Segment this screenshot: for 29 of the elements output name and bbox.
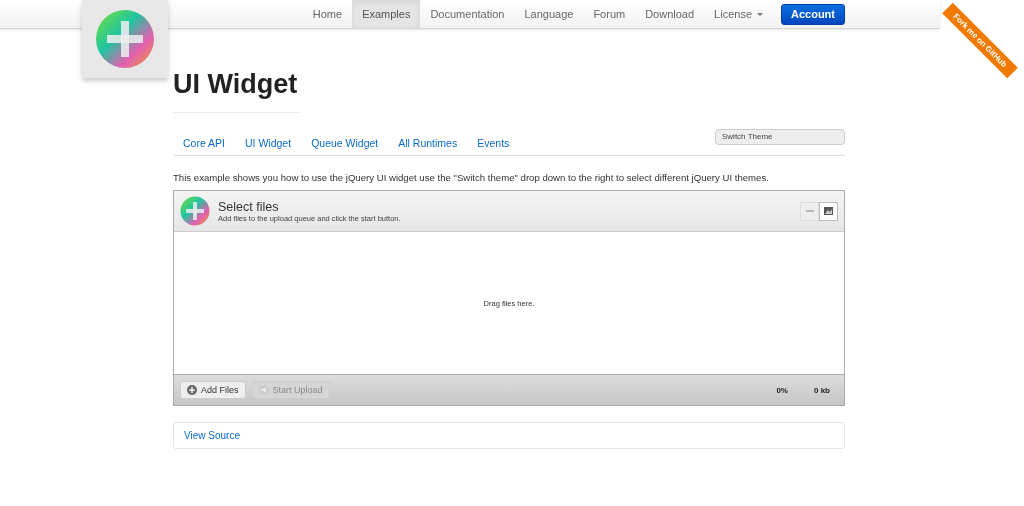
subnav-link[interactable]: UI Widget [235,137,302,149]
image-icon [824,207,833,215]
circle-icon [258,385,269,395]
plus-logo-icon [95,9,155,69]
subnav-link[interactable]: Core API [173,137,236,149]
nav-link[interactable]: Download [635,0,705,28]
nav-link[interactable]: Examples [352,0,421,28]
circle-icon [187,385,197,395]
logo-card[interactable] [82,0,168,78]
account-button[interactable]: Account [781,3,845,25]
nav-link[interactable]: Documentation [420,0,515,28]
minus-icon [805,210,814,212]
uploader-title: Select files [218,199,280,214]
theme-select[interactable]: Switch Theme [715,129,845,145]
upload-size: 0 kb [814,385,830,395]
nav-link[interactable]: Language [514,0,584,28]
subnav-link[interactable]: Events [467,137,520,149]
view-source-link[interactable]: View Source [184,430,240,441]
thumbnail-view-button[interactable] [819,201,838,221]
subnav-link[interactable]: Queue Widget [301,137,389,149]
nav-link[interactable]: License [704,0,773,28]
add-files-button[interactable]: Add Files [180,381,246,399]
nav-link[interactable]: Home [302,0,353,28]
nav-link[interactable]: Forum [583,0,636,28]
plus-icon [180,196,210,226]
subnav-link[interactable]: All Runtimes [388,137,468,149]
description-text: This example shows you how to use the jQuery UI widget use the "Switch theme" drop down to the right to select different jQuery UI themes. [173,172,770,183]
upload-percent: 0% [776,385,788,395]
page-title: UI Widget [173,69,301,113]
